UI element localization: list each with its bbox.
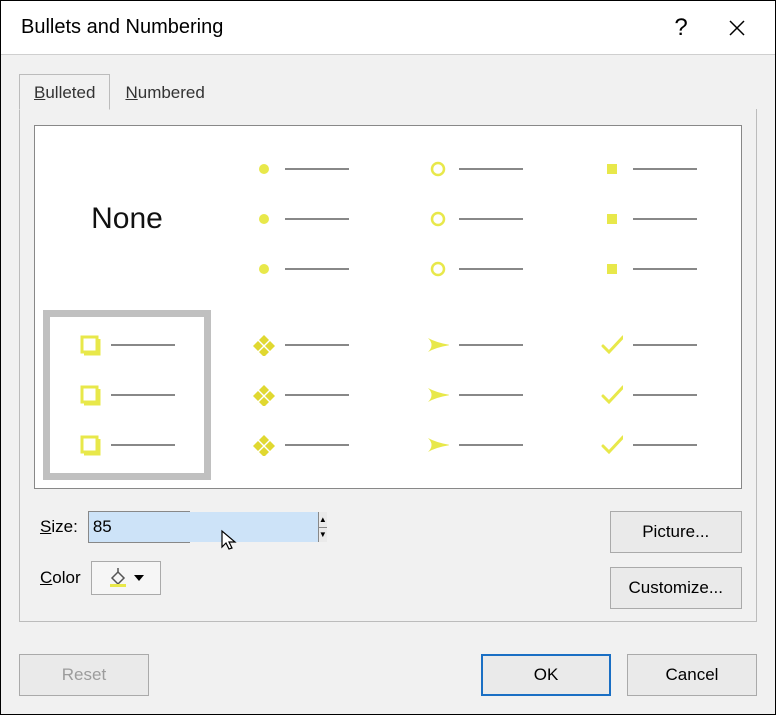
- square-small-icon: [601, 158, 623, 180]
- size-spin-down[interactable]: ▼: [319, 528, 327, 543]
- bullet-controls: Size: ▲ ▼ % of text: [34, 505, 742, 609]
- bullet-style-dot[interactable]: [217, 134, 385, 304]
- check-icon: [601, 334, 623, 356]
- dialog-body: Bulleted Numbered None: [1, 55, 775, 640]
- size-input[interactable]: [89, 512, 318, 542]
- bullet-style-none[interactable]: None: [43, 134, 211, 304]
- tab-numbered[interactable]: Numbered: [110, 74, 219, 110]
- bullets-numbering-dialog: Bullets and Numbering ? Bulleted Numbere…: [0, 0, 776, 715]
- dot-icon: [253, 158, 275, 180]
- arrow-icon: [427, 334, 449, 356]
- diamonds-icon: [253, 334, 275, 356]
- close-button[interactable]: [709, 3, 765, 53]
- dialog-title: Bullets and Numbering: [21, 16, 653, 39]
- help-button[interactable]: ?: [653, 3, 709, 53]
- tab-bulleted[interactable]: Bulleted: [19, 74, 110, 110]
- size-label: Size:: [40, 517, 78, 537]
- bullet-style-grid: None: [34, 125, 742, 489]
- size-spinner[interactable]: ▲ ▼: [88, 511, 190, 543]
- size-spin-up[interactable]: ▲: [319, 512, 327, 528]
- paint-bucket-icon: [108, 568, 128, 588]
- bullet-style-diamonds[interactable]: [217, 310, 385, 480]
- titlebar: Bullets and Numbering ?: [1, 1, 775, 55]
- reset-button: Reset: [19, 654, 149, 696]
- chevron-down-icon: [134, 575, 144, 581]
- customize-button[interactable]: Customize...: [610, 567, 742, 609]
- color-field: Color: [40, 561, 272, 595]
- ok-button[interactable]: OK: [481, 654, 611, 696]
- bullet-style-box[interactable]: [43, 310, 211, 480]
- bullet-style-arrow[interactable]: [391, 310, 559, 480]
- bullet-style-check[interactable]: [565, 310, 733, 480]
- cancel-button[interactable]: Cancel: [627, 654, 757, 696]
- circle-icon: [427, 158, 449, 180]
- size-field: Size: ▲ ▼ % of text: [40, 511, 272, 543]
- box-icon: [79, 334, 101, 356]
- tab-strip: Bulleted Numbered: [19, 71, 757, 109]
- bullet-style-circle[interactable]: [391, 134, 559, 304]
- color-label: Color: [40, 568, 81, 588]
- bullet-style-square-small[interactable]: [565, 134, 733, 304]
- dialog-footer: Reset OK Cancel: [1, 640, 775, 714]
- close-icon: [728, 19, 746, 37]
- picture-button[interactable]: Picture...: [610, 511, 742, 553]
- tab-panel-bulleted: None: [19, 109, 757, 622]
- color-picker-button[interactable]: [91, 561, 161, 595]
